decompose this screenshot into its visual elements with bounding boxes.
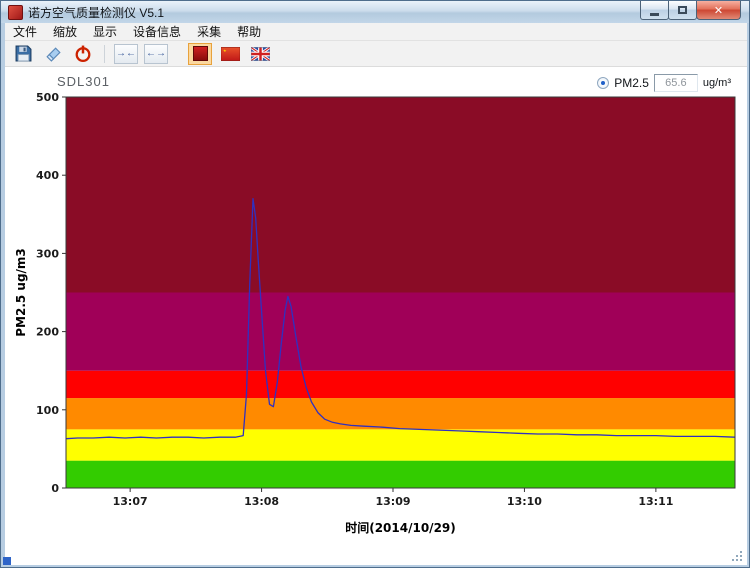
menubar: 文件 缩放 显示 设备信息 采集 帮助 [5,23,747,41]
red-display-button[interactable] [188,42,212,65]
eraser-icon [45,47,61,62]
x-tick-label: 13:09 [376,495,411,508]
window-controls: ✕ [640,1,741,20]
red-square-icon [192,46,208,61]
y-tick-label: 200 [36,326,59,339]
aqi-band [66,429,735,461]
language-chinese-button[interactable] [218,43,242,65]
resize-grip[interactable] [731,550,744,563]
chart-svg: 0 100 200 300 400 500 13:07 13:08 13:09 13:10 13:1… [14,93,736,535]
app-window: 诺方空气质量检测仪 V5.1 ✕ 文件 缩放 显示 设备信息 采集 帮助 →← … [0,0,750,568]
compress-time-button[interactable]: →← [114,43,138,64]
close-icon: ✕ [713,4,724,17]
aqi-band [66,460,735,488]
x-axis-title: 时间(2014/10/29) [345,520,456,535]
pm25-unit-label: ug/m³ [702,77,731,89]
language-english-button[interactable] [248,43,272,65]
y-tick-label: 400 [36,169,59,182]
china-flag-icon [220,46,240,61]
y-axis-title: PM2.5 ug/m3 [14,248,28,337]
y-tick-label: 0 [51,482,59,495]
x-tick-label: 13:08 [244,495,279,508]
window-title: 诺方空气质量检测仪 V5.1 [28,5,165,20]
menu-help[interactable]: 帮助 [229,22,269,41]
minimize-button[interactable] [640,1,669,20]
menu-file[interactable]: 文件 [5,22,45,41]
pm25-value-box[interactable]: 65.6 [653,74,698,92]
menu-zoom[interactable]: 缩放 [45,22,85,41]
x-tick-label: 13:07 [113,495,148,508]
uk-flag-icon [250,46,270,61]
clear-button[interactable] [41,43,65,65]
pm25-controls: PM2.5 65.6 ug/m³ [597,74,731,92]
maximize-icon [678,6,687,14]
expand-icon: ←→ [146,47,166,59]
minimize-icon [650,12,659,16]
aqi-band [66,370,735,399]
main-content: SDL301 PM2.5 65.6 ug/m³ 0 100 200 300 400 500… [5,67,747,565]
close-button[interactable]: ✕ [696,1,741,20]
app-icon [8,4,23,20]
compress-icon: →← [116,47,136,59]
menu-device-info[interactable]: 设备信息 [125,22,189,41]
aqi-band [66,292,735,371]
maximize-button[interactable] [668,1,697,20]
aqi-band [66,97,735,293]
y-tick-label: 300 [36,247,59,260]
expand-time-button[interactable]: ←→ [144,43,168,64]
x-tick-label: 13:10 [507,495,542,508]
power-icon [75,45,91,62]
aqi-band [66,398,735,430]
pm25-radio[interactable] [597,77,610,89]
save-button[interactable] [11,43,35,65]
x-tick-label: 13:11 [638,495,673,508]
menu-collect[interactable]: 采集 [189,22,229,41]
toolbar-separator [104,44,105,63]
power-button[interactable] [71,43,95,65]
y-tick-label: 500 [36,93,59,104]
device-label: SDL301 [57,74,110,89]
menu-display[interactable]: 显示 [85,22,125,41]
y-tick-label: 100 [36,404,59,417]
titlebar[interactable]: 诺方空气质量检测仪 V5.1 ✕ [1,1,749,23]
floppy-icon [15,45,31,62]
toolbar: →← ←→ [5,41,747,67]
pm25-radio-label: PM2.5 [614,76,649,90]
corner-accent [3,557,11,565]
